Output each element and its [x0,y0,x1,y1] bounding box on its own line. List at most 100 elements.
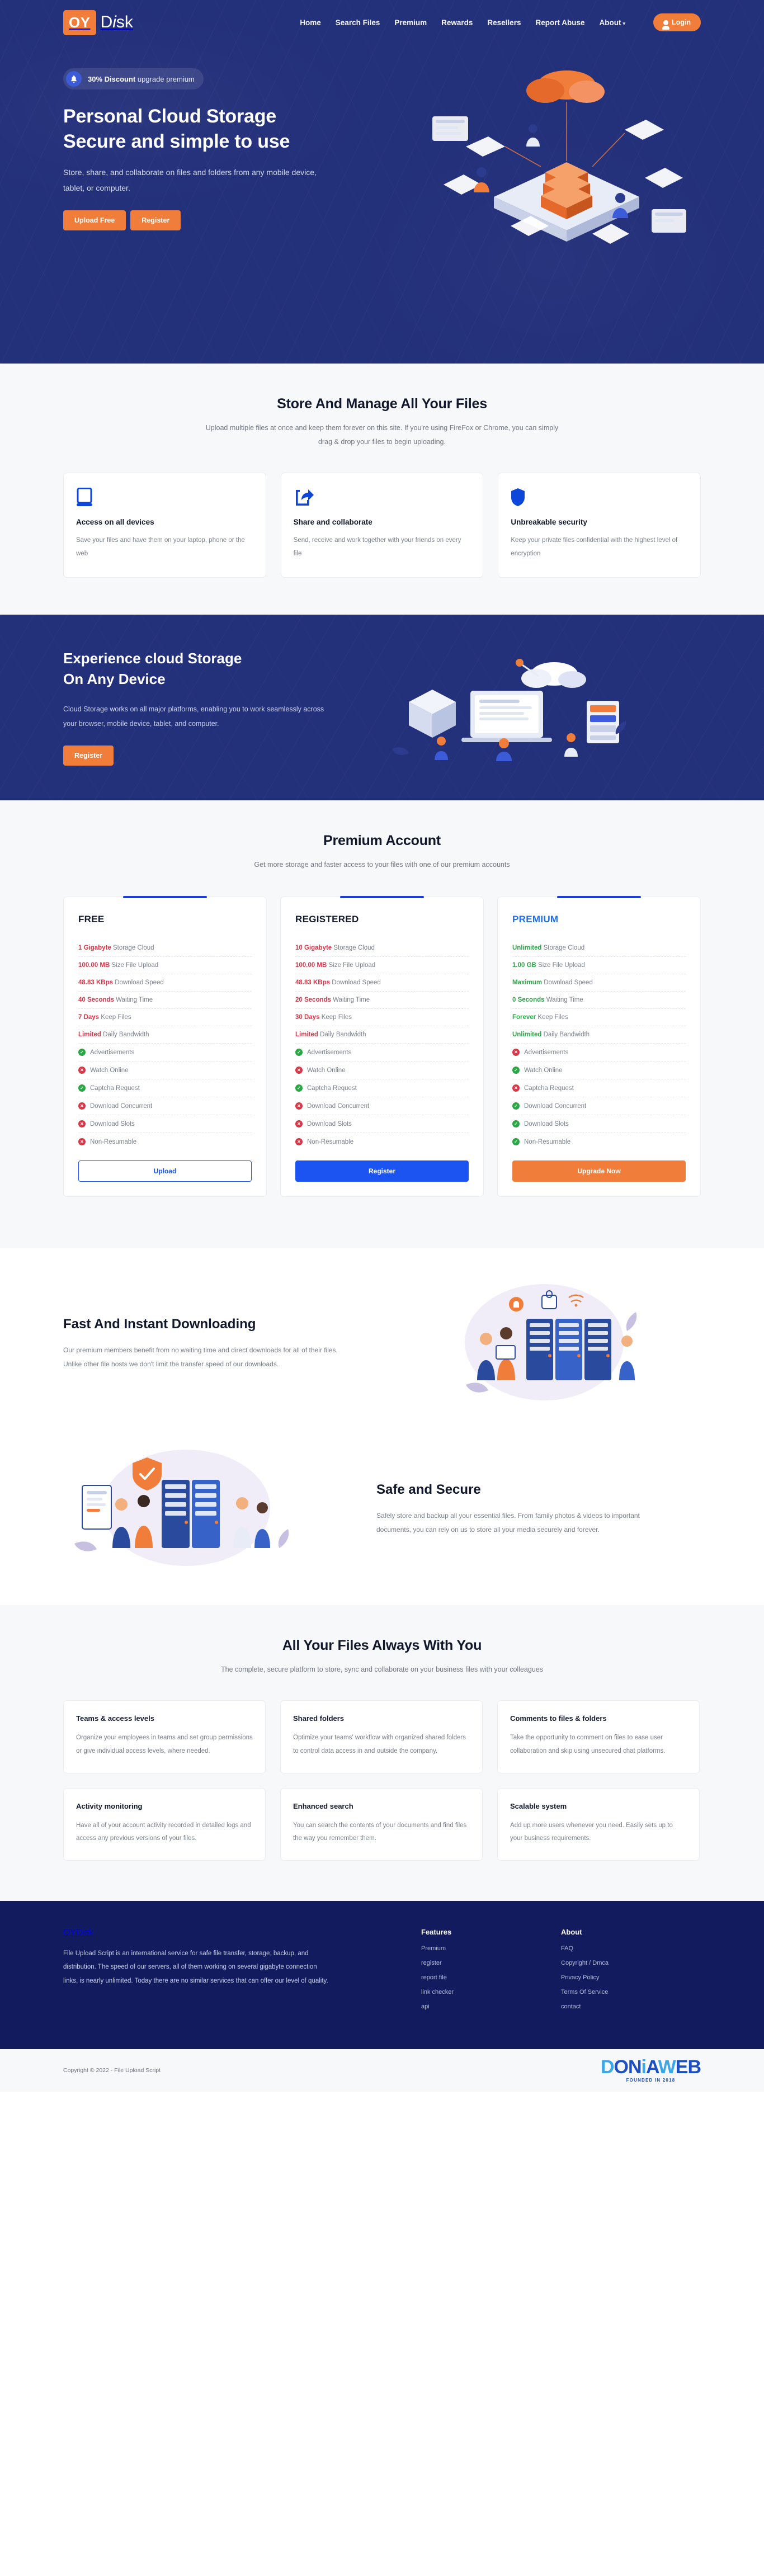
feature-card-title: Unbreakable security [511,518,587,526]
store-manage-section: Store And Manage All Your Files Upload m… [0,364,764,615]
login-button[interactable]: Login [653,13,701,31]
nav-item-home[interactable]: Home [300,18,321,27]
footer-link-premium[interactable]: Premium [421,1945,516,1952]
shield-icon [511,488,688,507]
plan-spec: Limited Daily Bandwidth [78,1026,252,1044]
footer-logo[interactable]: OY Disk [63,1928,376,1938]
discount-badge-text: 30% Discount upgrade premium [88,74,195,83]
upload-free-button[interactable]: Upload Free [63,210,126,230]
info-card-teams-access-levels: Teams & access levels Organize your empl… [63,1700,266,1773]
hero-title-line2: Secure and simple to use [63,130,290,152]
footer-link-report-file[interactable]: report file [421,1974,516,1981]
hero-title: Personal Cloud Storage Secure and simple… [63,104,399,154]
footer-link-faq[interactable]: FAQ [561,1945,656,1952]
info-card-text: Optimize your teams' workflow with organ… [293,1734,466,1754]
experience-text: Cloud Storage works on all major platfor… [63,705,324,728]
nav-item-report-abuse[interactable]: Report Abuse [535,18,584,27]
plan-feature: ✓ Advertisements [78,1044,252,1062]
experience-illustration [376,654,701,762]
check-icon: ✓ [512,1102,520,1110]
footer-link-api[interactable]: api [421,2003,516,2010]
experience-title: Experience cloud Storage On Any Device [63,648,376,690]
plan-cta-register[interactable]: Register [295,1160,469,1182]
plan-spec: 10 Gigabyte Storage Cloud [295,940,469,957]
cross-icon: ✕ [512,1049,520,1056]
experience-register-button[interactable]: Register [63,746,114,766]
info-card-scalable-system: Scalable system Add up more users whenev… [497,1787,700,1861]
plan-accent-bar [557,896,641,899]
pricing-plan-registered: REGISTERED 10 Gigabyte Storage Cloud 100… [280,896,484,1197]
safe-secure-section: Safe and Secure Safely store and backup … [0,1440,764,1606]
cross-icon: ✕ [512,1084,520,1092]
cross-icon: ✕ [78,1120,86,1128]
plan-spec: 100.00 MB Size File Upload [78,957,252,975]
nav-item-resellers[interactable]: Resellers [487,18,521,27]
footer-column-about: About FAQ Copyright / Dmca Privacy Polic… [561,1928,656,2018]
pricing-subtitle: Get more storage and faster access to yo… [254,861,510,869]
feature-card-title: Share and collaborate [293,518,372,526]
footer-features-heading: Features [421,1927,452,1936]
info-card-title: Enhanced search [293,1801,353,1810]
pricing-plans: FREE 1 Gigabyte Storage Cloud 100.00 MB … [63,896,701,1197]
doniaweb-watermark: DONiAWEB FOUNDED IN 2018 [601,2058,701,2083]
footer-link-contact[interactable]: contact [561,2003,656,2010]
experience-title-line2: On Any Device [63,671,166,688]
nav-links: Home Search Files Premium Rewards Resell… [300,13,701,31]
check-icon: ✓ [295,1084,303,1092]
cross-icon: ✕ [295,1102,303,1110]
plan-feature: ✓ Advertisements [295,1044,469,1062]
nav-item-search-files[interactable]: Search Files [336,18,380,27]
pricing-title: Premium Account [323,833,441,849]
footer-link-terms-of-service[interactable]: Terms Of Service [561,1989,656,1995]
info-card-text: Take the opportunity to comment on files… [510,1734,666,1754]
logo-wordmark: Disk [100,13,133,31]
plan-name: PREMIUM [512,914,559,925]
hero-register-button[interactable]: Register [130,210,181,230]
feature-card-text: Save your files and have them on your la… [76,537,245,557]
cross-icon: ✕ [78,1102,86,1110]
info-card-title: Scalable system [510,1801,567,1810]
plan-cta-upload[interactable]: Upload [78,1160,252,1182]
safe-text: Safely store and backup all your essenti… [376,1512,640,1534]
plan-feature: ✓ Download Concurrent [512,1097,686,1116]
feature-card-share-collaborate: Share and collaborate Send, receive and … [280,473,484,578]
info-card-text: Have all of your account activity record… [76,1822,251,1842]
store-section-subtitle: Upload multiple files at once and keep t… [205,424,559,446]
plan-feature: ✕ Captcha Request [512,1079,686,1098]
info-card-text: Organize your employees in teams and set… [76,1734,253,1754]
plan-spec: 100.00 MB Size File Upload [295,957,469,975]
footer-link-copyright-dmca[interactable]: Copyright / Dmca [561,1960,656,1966]
site-logo[interactable]: OY Disk [63,10,133,35]
feature-card-text: Keep your private files confidential wit… [511,537,678,557]
nav-item-rewards[interactable]: Rewards [441,18,473,27]
info-card-enhanced-search: Enhanced search You can search the conte… [280,1787,483,1861]
discount-badge[interactable]: 30% Discount upgrade premium [63,68,204,89]
plan-cta-upgrade[interactable]: Upgrade Now [512,1160,686,1182]
check-icon: ✓ [295,1049,303,1056]
plan-feature: ✓ Captcha Request [78,1079,252,1098]
fast-download-section: Fast And Instant Downloading Our premium… [0,1248,764,1440]
main-navbar: OY Disk Home Search Files Premium Reward… [63,0,701,45]
info-card-title: Comments to files & folders [510,1714,607,1723]
footer-link-link-checker[interactable]: link checker [421,1989,516,1995]
check-icon: ✓ [78,1084,86,1092]
copyright-text: Copyright © 2022 - File Upload Script [63,2067,161,2074]
check-icon: ✓ [512,1120,520,1128]
plan-feature: ✕ Download Slots [78,1115,252,1134]
footer-link-privacy-policy[interactable]: Privacy Policy [561,1974,656,1981]
plan-accent-bar [123,896,207,899]
feature-card-access-devices: Access on all devices Save your files an… [63,473,266,578]
plan-feature: ✕ Watch Online [78,1061,252,1080]
footer-link-register[interactable]: register [421,1960,516,1966]
plan-name: REGISTERED [295,914,359,925]
plan-name: FREE [78,914,105,925]
feature-card-text: Send, receive and work together with you… [293,537,461,557]
nav-item-about[interactable]: About ▾ [599,18,625,27]
plan-spec: Unlimited Storage Cloud [512,940,686,957]
login-button-label: Login [671,18,691,26]
nav-item-premium[interactable]: Premium [394,18,427,27]
plan-spec: 0 Seconds Waiting Time [512,992,686,1009]
info-card-title: Activity monitoring [76,1801,143,1810]
check-icon: ✓ [512,1067,520,1074]
experience-title-line1: Experience cloud Storage [63,650,242,667]
